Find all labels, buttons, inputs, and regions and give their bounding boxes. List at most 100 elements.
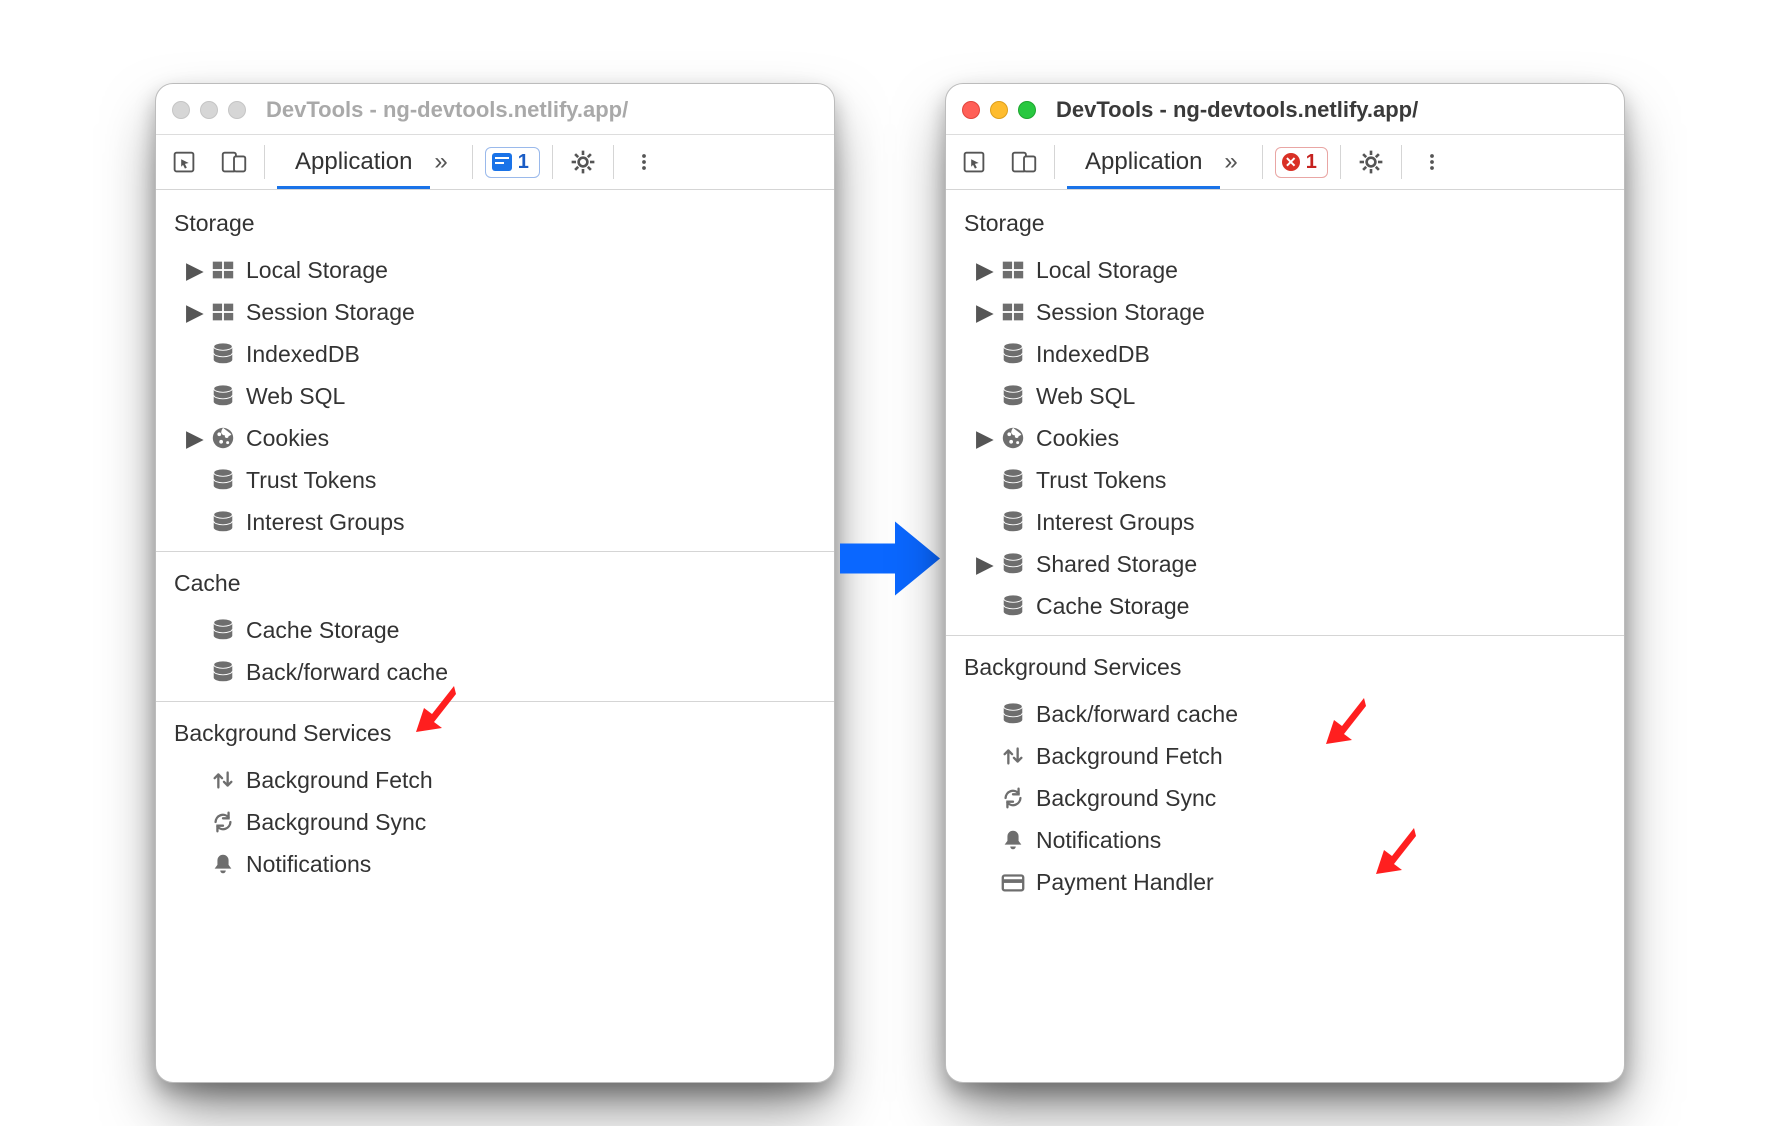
settings-icon[interactable] <box>1353 144 1389 180</box>
tree-item-label: Trust Tokens <box>1036 463 1606 497</box>
settings-icon[interactable] <box>565 144 601 180</box>
expand-caret-icon[interactable]: ▶ <box>186 295 200 329</box>
table-icon <box>210 257 236 283</box>
tree-item-label: Trust Tokens <box>246 463 816 497</box>
devtools-window-after: DevTools - ng-devtools.netlify.app/ Appl… <box>945 83 1625 1083</box>
tree-item[interactable]: ▶Payment Handler <box>946 861 1624 903</box>
separator <box>552 145 553 179</box>
tree-item[interactable]: ▶Trust Tokens <box>946 459 1624 501</box>
console-messages-badge[interactable]: 1 <box>485 147 540 178</box>
devtools-window-before: DevTools - ng-devtools.netlify.app/ Appl… <box>155 83 835 1083</box>
tree-item[interactable]: ▶Notifications <box>156 843 834 885</box>
section-title: Storage <box>946 200 1624 249</box>
application-sidebar: Storage▶Local Storage▶Session Storage▶In… <box>946 190 1624 1082</box>
tree-item[interactable]: ▶Notifications <box>946 819 1624 861</box>
expand-caret-icon[interactable]: ▶ <box>976 253 990 287</box>
tree-item[interactable]: ▶Interest Groups <box>156 501 834 543</box>
expand-caret-icon[interactable]: ▶ <box>976 547 990 581</box>
db-icon <box>210 383 236 409</box>
tree-item-label: Cookies <box>1036 421 1606 455</box>
separator <box>156 551 834 552</box>
traffic-lights <box>962 101 1036 119</box>
tree-item[interactable]: ▶IndexedDB <box>946 333 1624 375</box>
tree-item[interactable]: ▶IndexedDB <box>156 333 834 375</box>
expand-caret-icon[interactable]: ▶ <box>186 421 200 455</box>
tree-item[interactable]: ▶Cache Storage <box>156 609 834 651</box>
tree-item[interactable]: ▶Trust Tokens <box>156 459 834 501</box>
expand-caret-icon[interactable]: ▶ <box>976 421 990 455</box>
more-tabs-icon[interactable]: » <box>1220 148 1241 176</box>
tree-item-label: Interest Groups <box>246 505 816 539</box>
sync-icon <box>210 809 236 835</box>
tree-item-label: Local Storage <box>246 253 816 287</box>
tree-item-label: Back/forward cache <box>1036 697 1606 731</box>
devtools-toolbar: Application » 1 <box>156 134 834 190</box>
device-toolbar-icon[interactable] <box>216 144 252 180</box>
tree-item-label: Cache Storage <box>246 613 816 647</box>
tree-item[interactable]: ▶Web SQL <box>946 375 1624 417</box>
device-toolbar-icon[interactable] <box>1006 144 1042 180</box>
error-icon: ✕ <box>1282 153 1300 171</box>
tree-item[interactable]: ▶Back/forward cache <box>946 693 1624 735</box>
db-icon <box>1000 551 1026 577</box>
db-icon <box>210 617 236 643</box>
more-tabs-icon[interactable]: » <box>430 148 451 176</box>
expand-caret-icon[interactable]: ▶ <box>186 253 200 287</box>
tree-item-label: Notifications <box>1036 823 1606 857</box>
tree-item-label: Session Storage <box>1036 295 1606 329</box>
zoom-icon[interactable] <box>1018 101 1036 119</box>
tree-item-label: Background Sync <box>1036 781 1606 815</box>
close-icon[interactable] <box>962 101 980 119</box>
tree-item-label: Local Storage <box>1036 253 1606 287</box>
separator <box>1262 145 1263 179</box>
badge-count: 1 <box>1306 151 1317 174</box>
tree-item-label: Shared Storage <box>1036 547 1606 581</box>
window-title: DevTools - ng-devtools.netlify.app/ <box>1056 97 1418 123</box>
inspect-element-icon[interactable] <box>956 144 992 180</box>
tree-item[interactable]: ▶ Local Storage <box>156 249 834 291</box>
tree-item[interactable]: ▶Interest Groups <box>946 501 1624 543</box>
tree-item[interactable]: ▶Background Fetch <box>946 735 1624 777</box>
inspect-element-icon[interactable] <box>166 144 202 180</box>
tree-item[interactable]: ▶ Shared Storage <box>946 543 1624 585</box>
db-icon <box>1000 509 1026 535</box>
separator <box>1401 145 1402 179</box>
tree-item-label: Interest Groups <box>1036 505 1606 539</box>
tree-item-label: IndexedDB <box>246 337 816 371</box>
application-sidebar: Storage▶Local Storage▶Session Storage▶In… <box>156 190 834 1082</box>
tree-item[interactable]: ▶ Session Storage <box>946 291 1624 333</box>
kebab-menu-icon[interactable] <box>626 144 662 180</box>
tab-application[interactable]: Application <box>277 138 430 189</box>
tree-item-label: Notifications <box>246 847 816 881</box>
tree-item-label: Back/forward cache <box>246 655 816 689</box>
minimize-icon[interactable] <box>200 101 218 119</box>
transition-arrow-icon <box>835 514 945 604</box>
tree-item-label: Background Fetch <box>1036 739 1606 773</box>
table-icon <box>1000 299 1026 325</box>
tree-item-label: Session Storage <box>246 295 816 329</box>
badge-count: 1 <box>518 151 529 174</box>
tree-item[interactable]: ▶Background Fetch <box>156 759 834 801</box>
tree-item-label: Background Sync <box>246 805 816 839</box>
tree-item[interactable]: ▶Cookies <box>156 417 834 459</box>
devtools-toolbar: Application » ✕1 <box>946 134 1624 190</box>
tree-item[interactable]: ▶Background Sync <box>946 777 1624 819</box>
close-icon[interactable] <box>172 101 190 119</box>
zoom-icon[interactable] <box>228 101 246 119</box>
tree-item[interactable]: ▶Cache Storage <box>946 585 1624 627</box>
tree-item[interactable]: ▶Back/forward cache <box>156 651 834 693</box>
tree-item[interactable]: ▶Background Sync <box>156 801 834 843</box>
expand-caret-icon[interactable]: ▶ <box>976 295 990 329</box>
cookie-icon <box>1000 425 1026 451</box>
kebab-menu-icon[interactable] <box>1414 144 1450 180</box>
section-title: Background Services <box>156 710 834 759</box>
tree-item[interactable]: ▶ Local Storage <box>946 249 1624 291</box>
console-errors-badge[interactable]: ✕1 <box>1275 147 1328 178</box>
tree-item[interactable]: ▶ Session Storage <box>156 291 834 333</box>
tree-item-label: Payment Handler <box>1036 865 1606 899</box>
tree-item[interactable]: ▶Web SQL <box>156 375 834 417</box>
separator <box>156 701 834 702</box>
tab-application[interactable]: Application <box>1067 138 1220 189</box>
tree-item[interactable]: ▶ Cookies <box>946 417 1624 459</box>
minimize-icon[interactable] <box>990 101 1008 119</box>
